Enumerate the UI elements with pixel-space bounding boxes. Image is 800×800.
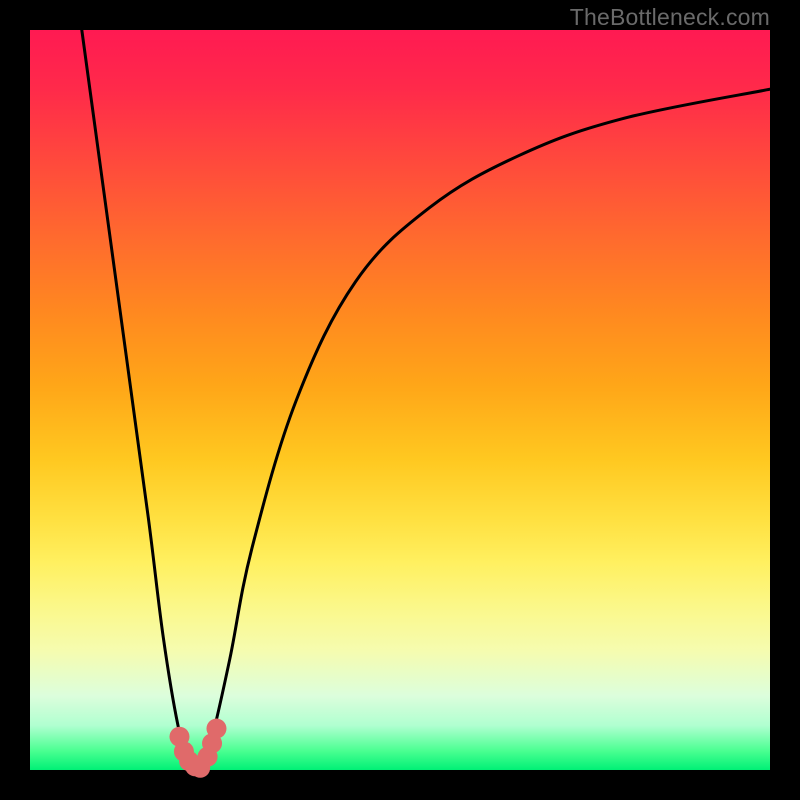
highlight-marker-group — [169, 719, 226, 778]
highlight-marker — [206, 719, 226, 739]
chart-svg — [30, 30, 770, 770]
outer-frame: TheBottleneck.com — [0, 0, 800, 800]
watermark-label: TheBottleneck.com — [570, 4, 770, 31]
curve-left-branch — [82, 30, 200, 770]
curve-right-branch — [200, 89, 770, 770]
